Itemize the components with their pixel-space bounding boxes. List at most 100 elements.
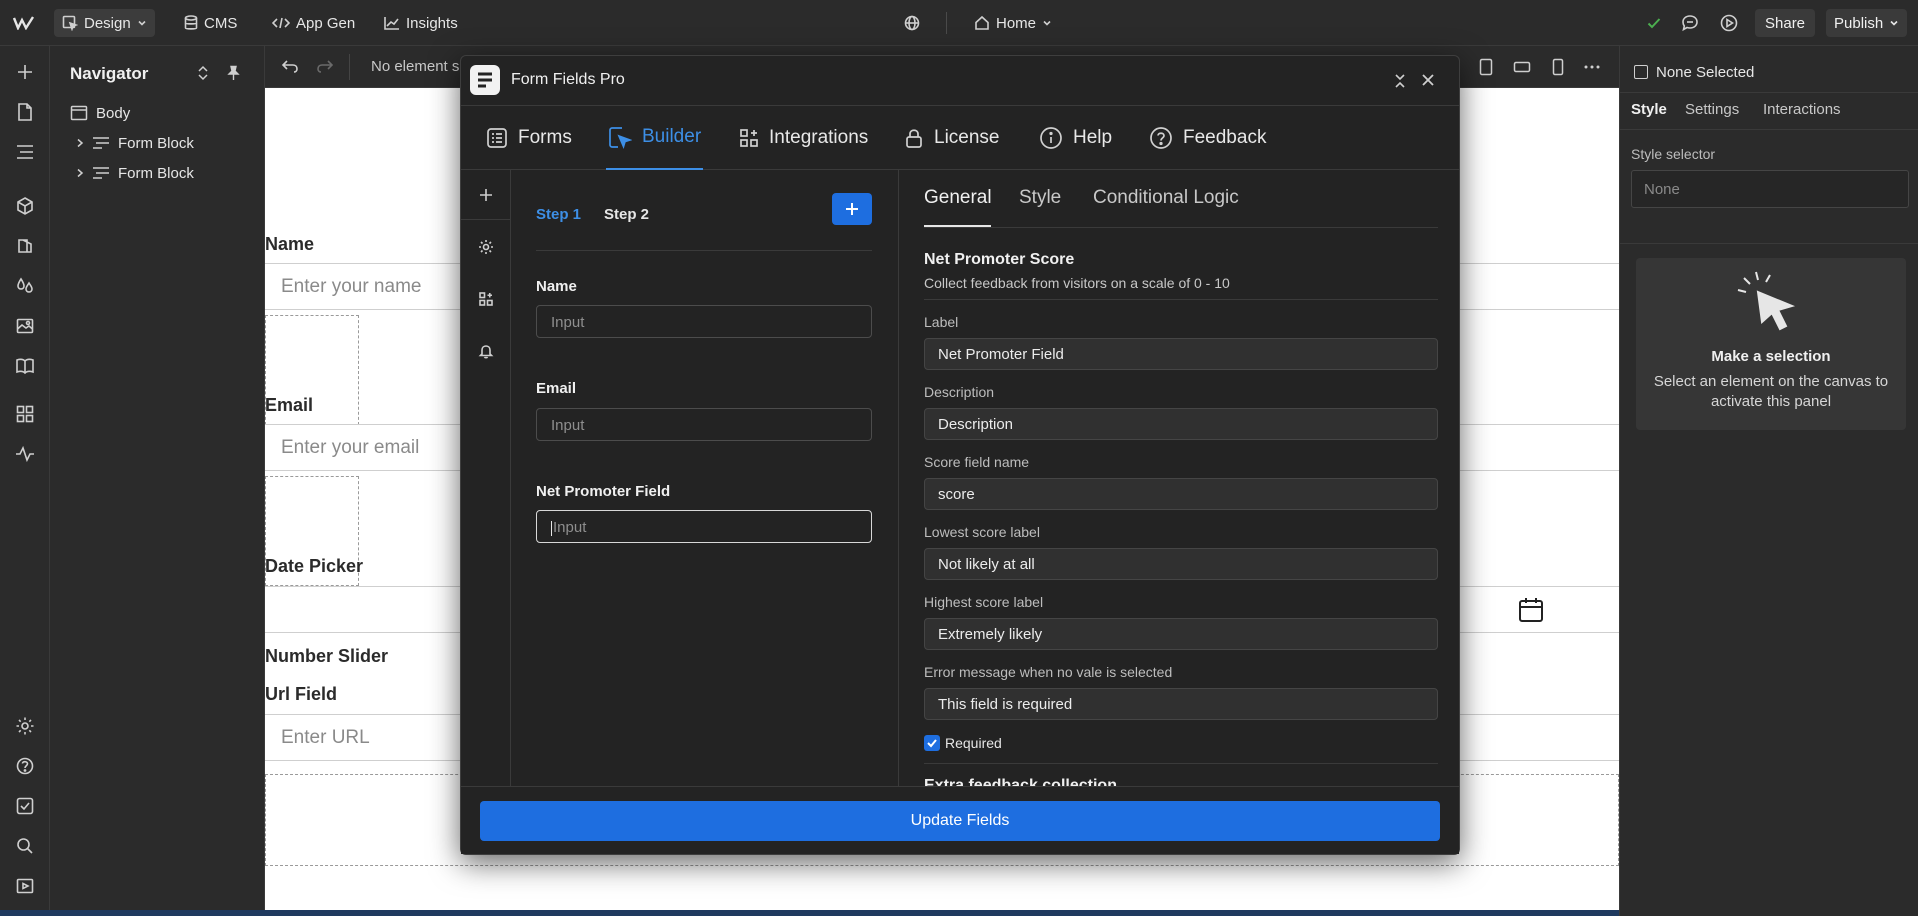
globe-icon[interactable] [900, 12, 924, 34]
field-input-net-promoter-selected[interactable]: Input [536, 510, 872, 543]
field-input-email[interactable]: Input [536, 408, 872, 441]
step-tab-2[interactable]: Step 2 [604, 206, 649, 223]
more-options-icon[interactable] [1584, 65, 1600, 69]
tab-forms[interactable]: Forms [486, 106, 572, 170]
help-icon[interactable] [13, 754, 37, 778]
setting-label: Lowest score label [924, 524, 1040, 540]
label-input[interactable]: Net Promoter Field [924, 338, 1438, 370]
lock-icon [906, 129, 922, 148]
settings-tab-style[interactable]: Style [1019, 187, 1061, 209]
tab-interactions[interactable]: Interactions [1763, 101, 1841, 118]
navigator-icon[interactable] [13, 140, 37, 164]
close-icon[interactable] [1421, 73, 1435, 87]
assets-icon[interactable] [13, 314, 37, 338]
form-fields-pro-modal: Form Fields Pro Forms Builder Integratio… [460, 55, 1460, 855]
chevron-right-icon[interactable] [76, 138, 84, 148]
audit-check-icon[interactable] [13, 794, 37, 818]
navigator-panel: Navigator Body Form Block Form Block [50, 46, 265, 916]
nav-item-form-block[interactable]: Form Block [76, 162, 194, 184]
comments-icon[interactable] [1678, 12, 1702, 34]
tab-label: Integrations [769, 127, 869, 148]
tab-style[interactable]: Style [1631, 101, 1667, 118]
required-label: Required [945, 735, 1002, 751]
field-input-name[interactable]: Input [536, 305, 872, 338]
section-title: Net Promoter Score [924, 251, 1075, 268]
update-fields-button[interactable]: Update Fields [480, 801, 1440, 841]
page-selector[interactable]: Home [966, 9, 1060, 37]
video-tutorials-icon[interactable] [13, 874, 37, 898]
mobile-landscape-icon[interactable] [1513, 60, 1531, 74]
tab-builder[interactable]: Builder [606, 106, 704, 170]
tab-license[interactable]: License [904, 106, 1000, 170]
mobile-portrait-icon[interactable] [1552, 58, 1564, 76]
chevron-right-icon[interactable] [76, 168, 84, 178]
style-selector-input[interactable]: None [1631, 170, 1909, 208]
undo-icon[interactable] [281, 58, 299, 74]
modal-footer: Update Fields [461, 786, 1459, 854]
setting-label: Score field name [924, 454, 1030, 470]
text-cursor [551, 520, 552, 536]
tab-label: Forms [518, 127, 572, 148]
add-icon[interactable] [13, 60, 37, 84]
pages-icon[interactable] [13, 100, 37, 124]
add-step-button[interactable] [832, 193, 872, 225]
url-field-label: Url Field [265, 684, 338, 704]
divider [924, 299, 1438, 300]
lowest-score-label-input[interactable]: Not likely at all [924, 548, 1438, 580]
tab-integrations[interactable]: Integrations [739, 106, 868, 170]
field-label-net-promoter[interactable]: Net Promoter Field [536, 483, 670, 500]
tab-feedback[interactable]: Feedback [1149, 106, 1266, 170]
tab-help[interactable]: Help [1039, 106, 1112, 170]
tab-settings[interactable]: Settings [1685, 101, 1739, 118]
score-field-name-input[interactable]: score [924, 478, 1438, 510]
tab-label: License [934, 127, 1000, 148]
learn-book-icon[interactable] [13, 354, 37, 378]
nav-item-form-block[interactable]: Form Block [76, 132, 194, 154]
step-tab-1[interactable]: Step 1 [536, 206, 581, 223]
search-icon[interactable] [13, 834, 37, 858]
settings-gear-icon[interactable] [13, 714, 37, 738]
integrations-icon[interactable] [461, 274, 511, 324]
notifications-bell-icon[interactable] [461, 326, 511, 376]
insights-button[interactable]: Insights [376, 9, 466, 37]
variables-icon[interactable] [13, 234, 37, 258]
app-gen-button[interactable]: App Gen [264, 9, 363, 37]
webflow-logo-icon[interactable] [12, 12, 36, 34]
top-bar: Design CMS App Gen Insights Home Share P… [0, 0, 1918, 46]
field-label-email[interactable]: Email [536, 380, 576, 397]
styles-icon[interactable] [13, 274, 37, 298]
divider [946, 12, 947, 34]
cms-button[interactable]: CMS [176, 9, 245, 37]
divider [924, 227, 1438, 228]
page-name: Home [996, 14, 1037, 32]
publish-button[interactable]: Publish [1826, 9, 1908, 37]
share-button[interactable]: Share [1755, 9, 1816, 37]
redo-icon[interactable] [316, 58, 334, 74]
apps-icon[interactable] [13, 402, 37, 426]
settings-tab-general[interactable]: General [924, 187, 992, 209]
cursor-pointer-icon [1736, 270, 1806, 340]
pin-icon[interactable] [226, 65, 240, 81]
field-label-name[interactable]: Name [536, 278, 577, 295]
tablet-icon[interactable] [1479, 58, 1493, 76]
components-icon[interactable] [13, 194, 37, 218]
error-message-input[interactable]: This field is required [924, 688, 1438, 720]
expand-collapse-icon[interactable] [196, 65, 210, 81]
element-status: No element se [371, 58, 468, 75]
required-checkbox[interactable] [924, 735, 940, 751]
design-mode-button[interactable]: Design [54, 9, 155, 37]
settings-tab-conditional-logic[interactable]: Conditional Logic [1093, 187, 1239, 209]
settings-gear-icon[interactable] [461, 222, 511, 272]
tab-label: Feedback [1183, 127, 1267, 148]
empty-state-title: Make a selection [1711, 348, 1831, 365]
activity-icon[interactable] [13, 442, 37, 466]
style-selector-label: Style selector [1631, 146, 1716, 162]
add-field-icon[interactable] [461, 170, 511, 220]
calendar-icon[interactable] [1517, 596, 1545, 624]
selection-checkbox[interactable] [1634, 65, 1648, 79]
highest-score-label-input[interactable]: Extremely likely [924, 618, 1438, 650]
minimize-icon[interactable] [1393, 73, 1407, 89]
nav-item-body[interactable]: Body [70, 102, 130, 124]
preview-play-icon[interactable] [1717, 12, 1741, 34]
description-input[interactable]: Description [924, 408, 1438, 440]
